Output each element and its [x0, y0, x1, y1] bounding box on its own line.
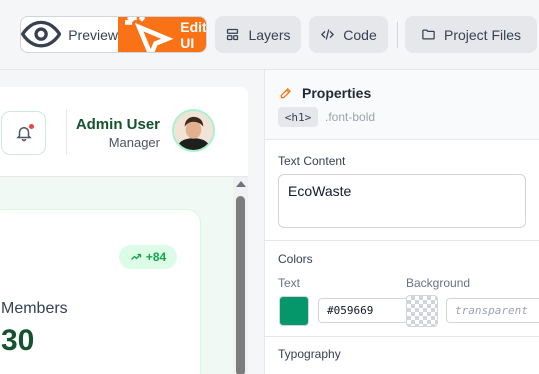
edit-ui-label: Edit UI	[180, 18, 207, 51]
header-divider	[66, 109, 67, 155]
colors-label: Colors	[278, 252, 313, 266]
user-photo-icon	[174, 111, 213, 150]
scroll-up-arrow[interactable]	[236, 181, 246, 187]
properties-title: Properties	[302, 85, 372, 101]
preview-button[interactable]: Preview	[21, 17, 118, 52]
pointer-click-icon	[125, 17, 174, 52]
project-files-button[interactable]: Project Files	[405, 16, 537, 53]
notifications-button[interactable]	[1, 111, 46, 155]
scrollbar-thumb[interactable]	[236, 196, 245, 374]
user-role: Manager	[108, 135, 160, 150]
element-tag: <h1>	[278, 107, 318, 127]
element-class: .font-bold	[325, 110, 376, 124]
edit-icon	[280, 88, 291, 99]
mode-toggle: Preview Edit UI	[20, 16, 207, 53]
properties-header: Properties <h1> .font-bold	[265, 70, 539, 140]
avatar[interactable]	[172, 109, 215, 152]
section-divider	[265, 240, 539, 241]
layers-label: Layers	[248, 26, 291, 43]
preview-pane: Admin User Manager +84 Members 30	[0, 70, 265, 374]
project-files-label: Project Files	[443, 26, 522, 43]
stat-value: 30	[1, 324, 35, 357]
properties-panel: Properties <h1> .font-bold Text Content …	[265, 70, 539, 374]
edit-ui-button[interactable]: Edit UI	[118, 17, 207, 52]
eye-icon	[21, 21, 62, 48]
folder-icon	[422, 29, 435, 40]
trending-up-icon	[130, 253, 141, 260]
section-divider	[265, 336, 539, 337]
layers-button[interactable]: Layers	[215, 16, 301, 53]
trend-badge: +84	[119, 245, 177, 269]
background-color-label: Background	[406, 276, 471, 290]
background-color-swatch[interactable]	[406, 295, 438, 327]
code-label: Code	[343, 26, 377, 43]
trend-value: +84	[145, 250, 167, 264]
code-icon	[321, 29, 335, 40]
user-name: Admin User	[75, 116, 160, 133]
text-color-swatch[interactable]	[279, 296, 309, 326]
layers-icon	[227, 28, 239, 41]
text-color-label: Text	[278, 276, 301, 290]
stat-label: Members	[1, 300, 68, 317]
text-content-input[interactable]: EcoWaste	[278, 174, 526, 228]
top-toolbar: Preview Edit UI Layers Code Project File…	[0, 0, 539, 70]
background-color-input[interactable]: transparent	[446, 298, 539, 323]
scrollbar[interactable]	[233, 177, 248, 374]
dashboard-content: +84 Members 30	[0, 177, 248, 374]
notification-dot	[29, 124, 34, 129]
toolbar-divider	[397, 22, 398, 48]
app-header: Admin User Manager	[0, 87, 248, 177]
typography-label: Typography	[278, 347, 341, 361]
stat-card[interactable]: +84 Members 30	[0, 209, 201, 374]
preview-label: Preview	[68, 26, 118, 43]
text-content-label: Text Content	[278, 154, 346, 168]
code-button[interactable]: Code	[309, 16, 388, 53]
